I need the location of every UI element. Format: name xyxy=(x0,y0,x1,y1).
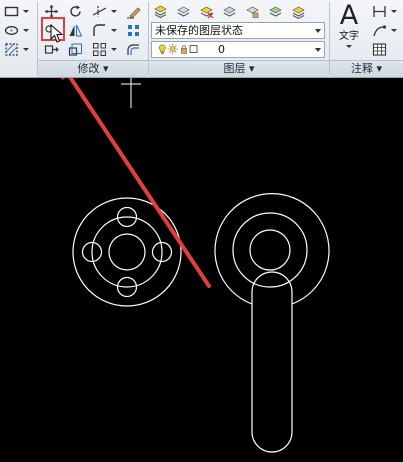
layers-panel: 未保存的图层状态 0 图层 ▾ xyxy=(149,0,329,77)
layer-properties-tool[interactable] xyxy=(151,2,169,20)
dimension-dropdown[interactable] xyxy=(390,2,397,20)
layer-freeze-icon xyxy=(222,6,236,17)
flange-drawing xyxy=(72,197,182,307)
outer-circle xyxy=(72,197,182,307)
lever-arm xyxy=(251,271,293,453)
leader-tool[interactable] xyxy=(370,21,388,39)
offset-tool[interactable] xyxy=(124,40,142,58)
rotate-tool[interactable] xyxy=(66,2,84,20)
trim-tool[interactable] xyxy=(90,2,108,20)
fillet-icon xyxy=(92,23,105,36)
chevron-down-icon xyxy=(315,48,321,52)
current-layer-select[interactable]: 0 xyxy=(151,41,325,58)
rectangle-tool[interactable] xyxy=(2,2,20,20)
current-layer-value: 0 xyxy=(218,43,225,56)
scale-tool[interactable] xyxy=(66,40,84,58)
chevron-down-icon xyxy=(346,45,352,48)
array-dropdown[interactable] xyxy=(110,40,117,58)
trim-dropdown[interactable] xyxy=(110,2,117,20)
text-tool[interactable]: A 文字 xyxy=(332,1,366,58)
table-tool[interactable] xyxy=(370,40,388,58)
layer-status-icons xyxy=(159,43,198,55)
annotation-panel: A 文字 注释 ▾ xyxy=(330,0,403,77)
hatch-tool[interactable] xyxy=(2,40,20,58)
bolt-circle xyxy=(91,216,163,288)
array-tool[interactable] xyxy=(90,40,108,58)
lever-drawing xyxy=(214,193,330,453)
ellipse-tool[interactable] xyxy=(2,21,20,39)
layer-properties-icon xyxy=(153,5,167,18)
layer-match-icon xyxy=(268,6,282,17)
rectangle-icon xyxy=(4,6,18,16)
draw-panel xyxy=(0,0,38,77)
mirror-icon xyxy=(69,24,82,36)
center-circle xyxy=(108,233,146,271)
mirror-tool[interactable] xyxy=(66,21,84,39)
layer-match-tool[interactable] xyxy=(266,2,284,20)
layer-state-tool[interactable] xyxy=(174,2,192,20)
text-tool-label: 文字 xyxy=(339,31,359,42)
layer-state-value: 未保存的图层状态 xyxy=(155,24,243,37)
drawing-canvas[interactable] xyxy=(0,78,403,462)
rotate-icon xyxy=(69,5,81,17)
layer-lock-icon xyxy=(245,6,259,18)
arrow-annotation xyxy=(61,78,211,288)
fillet-tool[interactable] xyxy=(90,21,108,39)
hatch-icon xyxy=(4,42,18,56)
ellipse-dropdown[interactable] xyxy=(22,21,29,39)
layers-panel-title[interactable]: 图层 ▾ xyxy=(149,60,329,77)
array-icon xyxy=(92,42,106,56)
trim-icon xyxy=(92,5,106,17)
layer-lock-tool[interactable] xyxy=(243,2,261,20)
layer-isolate-tool[interactable] xyxy=(289,2,307,20)
erase-tool[interactable] xyxy=(124,2,142,20)
leader-icon xyxy=(372,24,386,36)
cursor-icon xyxy=(50,24,64,43)
dimension-icon xyxy=(372,5,386,17)
leader-dropdown[interactable] xyxy=(390,21,397,39)
fillet-dropdown[interactable] xyxy=(110,21,117,39)
table-icon xyxy=(372,42,386,56)
modify-panel-title[interactable]: 修改 ▾ xyxy=(38,60,148,77)
layer-state-select[interactable]: 未保存的图层状态 xyxy=(151,22,325,39)
lever-bore xyxy=(249,229,291,271)
layer-off-tool[interactable] xyxy=(197,2,215,20)
scale-icon xyxy=(68,43,82,56)
layer-icon xyxy=(291,6,305,19)
ellipse-icon xyxy=(4,25,18,35)
erase-icon xyxy=(126,6,141,19)
hatch-dropdown[interactable] xyxy=(22,40,29,58)
lever-ring xyxy=(232,212,308,288)
layer-off-icon xyxy=(199,6,213,18)
explode-tool[interactable] xyxy=(124,21,142,39)
dimension-tool[interactable] xyxy=(370,2,388,20)
rectangle-dropdown[interactable] xyxy=(22,2,29,20)
layer-freeze-tool[interactable] xyxy=(220,2,238,20)
explode-icon xyxy=(127,24,139,36)
layer-icon xyxy=(176,6,190,17)
text-icon: A xyxy=(339,0,359,31)
offset-icon xyxy=(126,43,139,55)
annotation-panel-title[interactable]: 注释 ▾ xyxy=(330,60,403,77)
chevron-down-icon xyxy=(315,29,321,33)
